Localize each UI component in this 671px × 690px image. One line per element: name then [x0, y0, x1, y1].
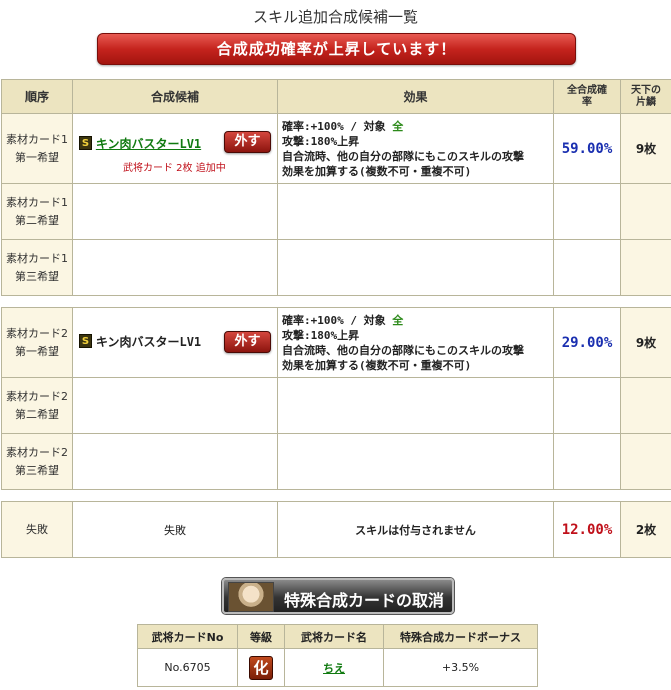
character-portrait-icon — [228, 582, 274, 612]
material-card-1-table: 素材カード1 第一希望 S キン肉バスターLV1 外す 武将カード 2枚 追加中 … — [1, 113, 671, 296]
rate-cell-empty — [553, 239, 621, 296]
header-table: 順序 合成候補 効果 全合成確率 天下の片鱗 — [1, 79, 671, 114]
effect-cell-empty — [277, 433, 554, 490]
order-cell: 素材カード1 第三希望 — [1, 239, 73, 296]
card-bonus: +3.5% — [383, 648, 538, 687]
added-cards-note: 武将カード 2枚 追加中 — [123, 162, 226, 174]
effect-cell-empty — [277, 377, 554, 434]
candidate-cell-empty — [72, 183, 278, 240]
special-card-table: 武将カードNo 等級 武将カード名 特殊合成カードボーナス No.6705 化 … — [137, 624, 538, 687]
rate-cell-empty — [553, 183, 621, 240]
order-cell: 素材カード2 第三希望 — [1, 433, 73, 490]
header-effect: 効果 — [277, 79, 554, 114]
failure-effect: スキルは付与されません — [277, 501, 554, 558]
rate-value: 59.00% — [553, 113, 621, 184]
effect-cell: 確率:+100% / 対象 全 攻撃:180%上昇 自合流時、他の自分の部隊にも… — [277, 307, 554, 378]
cancel-button-label: 特殊合成カードの取消 — [284, 591, 445, 610]
grade-ka-icon: 化 — [249, 655, 273, 680]
card-no: No.6705 — [137, 648, 238, 687]
remove-button[interactable]: 外す — [224, 130, 271, 153]
grade-cell: 化 — [237, 648, 285, 687]
skill-name: キン肉バスターLV1 — [95, 334, 202, 349]
count-value: 9枚 — [620, 307, 671, 378]
card-name-link[interactable]: ちえ — [323, 662, 345, 675]
effect-cell: 確率:+100% / 対象 全 攻撃:180%上昇 自合流時、他の自分の部隊にも… — [277, 113, 554, 184]
header-grade: 等級 — [237, 624, 285, 649]
order-cell: 素材カード2 第二希望 — [1, 377, 73, 434]
remove-button[interactable]: 外す — [224, 330, 271, 353]
effect-cell-empty — [277, 183, 554, 240]
candidate-cell: S キン肉バスターLV1 外す 武将カード 2枚 追加中 — [72, 113, 278, 184]
header-order: 順序 — [1, 79, 73, 114]
card-name-cell: ちえ — [284, 648, 384, 687]
header-card-no: 武将カードNo — [137, 624, 238, 649]
failure-order: 失敗 — [1, 501, 73, 558]
page-title: スキル追加合成候補一覧 — [252, 8, 418, 26]
rank-s-icon: S — [79, 136, 92, 150]
order-cell: 素材カード2 第一希望 — [1, 307, 73, 378]
candidate-cell-empty — [72, 433, 278, 490]
rate-cell-empty — [553, 433, 621, 490]
failure-count: 2枚 — [620, 501, 671, 558]
count-cell-empty — [620, 433, 671, 490]
candidate-cell: S キン肉バスターLV1 外す — [72, 307, 278, 378]
count-value: 9枚 — [620, 113, 671, 184]
order-cell: 素材カード1 第二希望 — [1, 183, 73, 240]
failure-candidate: 失敗 — [72, 501, 278, 558]
header-count: 天下の片鱗 — [620, 79, 671, 114]
rate-value: 29.00% — [553, 307, 621, 378]
success-rate-banner: 合成成功確率が上昇しています！ — [97, 33, 576, 65]
count-cell-empty — [620, 183, 671, 240]
cancel-special-card-button[interactable]: 特殊合成カードの取消 — [222, 578, 454, 614]
header-bonus: 特殊合成カードボーナス — [383, 624, 538, 649]
rate-cell-empty — [553, 377, 621, 434]
skill-link[interactable]: キン肉バスターLV1 — [96, 137, 201, 151]
failure-table: 失敗 失敗 スキルは付与されません 12.00% 2枚 — [1, 501, 671, 558]
rank-s-icon: S — [79, 334, 92, 348]
header-candidate: 合成候補 — [72, 79, 278, 114]
material-card-2-table: 素材カード2 第一希望 S キン肉バスターLV1 外す 確率:+100% / 対象… — [1, 307, 671, 490]
failure-rate: 12.00% — [553, 501, 621, 558]
count-cell-empty — [620, 377, 671, 434]
header-rate: 全合成確率 — [553, 79, 621, 114]
count-cell-empty — [620, 239, 671, 296]
header-card-name: 武将カード名 — [284, 624, 384, 649]
candidate-cell-empty — [72, 377, 278, 434]
order-cell: 素材カード1 第一希望 — [1, 113, 73, 184]
candidate-cell-empty — [72, 239, 278, 296]
effect-cell-empty — [277, 239, 554, 296]
